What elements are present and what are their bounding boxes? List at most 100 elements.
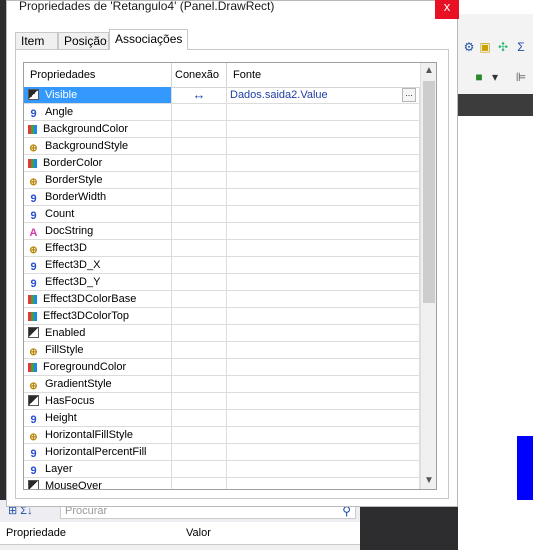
color-picker-icon[interactable]: ■ (472, 70, 486, 84)
source-cell[interactable] (227, 359, 420, 375)
table-row[interactable]: A DocString (24, 223, 420, 240)
canvas-rectangle[interactable] (517, 436, 533, 500)
table-row[interactable]: ForegroundColor (24, 359, 420, 376)
toolbar-icon[interactable]: ⚙ (462, 40, 476, 54)
source-cell[interactable] (227, 444, 420, 460)
property-cell[interactable]: BorderColor (24, 155, 172, 171)
property-cell[interactable]: 9 HorizontalPercentFill (24, 444, 172, 460)
table-row[interactable]: Visible ↔ Dados.saida2.Value... (24, 87, 420, 104)
source-cell[interactable] (227, 257, 420, 273)
table-row[interactable]: ⊕ Effect3D (24, 240, 420, 257)
sum-icon[interactable]: Σ (514, 40, 528, 54)
connection-cell[interactable] (172, 393, 227, 409)
property-cell[interactable]: 9 Angle (24, 104, 172, 120)
folder-icon[interactable]: ▣ (478, 40, 492, 54)
property-cell[interactable]: 9 Effect3D_Y (24, 274, 172, 290)
property-cell[interactable]: ⊕ GradientStyle (24, 376, 172, 392)
property-cell[interactable]: 9 BorderWidth (24, 189, 172, 205)
source-cell[interactable] (227, 308, 420, 324)
property-cell[interactable]: Enabled (24, 325, 172, 341)
source-cell[interactable] (227, 104, 420, 120)
column-header-conexao[interactable]: Conexão (172, 63, 227, 87)
table-row[interactable]: ⊕ FillStyle (24, 342, 420, 359)
connection-cell[interactable] (172, 274, 227, 290)
source-cell[interactable] (227, 206, 420, 222)
property-cell[interactable]: HasFocus (24, 393, 172, 409)
table-row[interactable]: 9 Effect3D_Y (24, 274, 420, 291)
table-row[interactable]: Enabled (24, 325, 420, 342)
property-cell[interactable]: ⊕ FillStyle (24, 342, 172, 358)
property-cell[interactable]: 9 Layer (24, 461, 172, 477)
property-cell[interactable]: Effect3DColorBase (24, 291, 172, 307)
connection-cell[interactable] (172, 104, 227, 120)
property-cell[interactable]: 9 Height (24, 410, 172, 426)
dialog-titlebar[interactable]: Propriedades de 'Retangulo4' (Panel.Draw… (7, 0, 459, 23)
table-row[interactable]: ⊕ HorizontalFillStyle (24, 427, 420, 444)
tab-associacoes[interactable]: Associações (109, 29, 188, 50)
connection-cell[interactable] (172, 410, 227, 426)
column-header-fonte[interactable]: Fonte (227, 63, 420, 87)
chevron-down-icon[interactable]: ▾ (488, 70, 502, 84)
property-cell[interactable]: A DocString (24, 223, 172, 239)
table-row[interactable]: 9 HorizontalPercentFill (24, 444, 420, 461)
connection-cell[interactable] (172, 325, 227, 341)
vertical-scrollbar[interactable]: ▲ ▼ (420, 63, 436, 489)
source-cell[interactable] (227, 478, 420, 489)
table-row[interactable]: 9 Count (24, 206, 420, 223)
connection-cell[interactable] (172, 478, 227, 489)
source-cell[interactable] (227, 410, 420, 426)
source-cell[interactable] (227, 172, 420, 188)
connection-cell[interactable] (172, 342, 227, 358)
scroll-down-icon[interactable]: ▼ (421, 473, 436, 489)
property-cell[interactable]: ⊕ Effect3D (24, 240, 172, 256)
source-cell[interactable] (227, 138, 420, 154)
table-row[interactable]: MouseOver (24, 478, 420, 489)
table-row[interactable]: ⊕ BackgroundStyle (24, 138, 420, 155)
table-row[interactable]: ⊕ GradientStyle (24, 376, 420, 393)
connection-cell[interactable] (172, 427, 227, 443)
table-row[interactable]: BackgroundColor (24, 121, 420, 138)
connection-cell[interactable] (172, 359, 227, 375)
table-row[interactable]: BorderColor (24, 155, 420, 172)
source-cell[interactable] (227, 189, 420, 205)
source-cell[interactable] (227, 240, 420, 256)
source-cell[interactable] (227, 461, 420, 477)
table-row[interactable]: Effect3DColorBase (24, 291, 420, 308)
source-cell[interactable] (227, 325, 420, 341)
property-cell[interactable]: 9 Effect3D_X (24, 257, 172, 273)
tab-posicao[interactable]: Posição (58, 32, 109, 49)
connection-cell[interactable] (172, 189, 227, 205)
tab-item[interactable]: Item (15, 32, 58, 49)
property-cell[interactable]: ⊕ BackgroundStyle (24, 138, 172, 154)
source-cell[interactable] (227, 376, 420, 392)
table-row[interactable]: 9 Height (24, 410, 420, 427)
table-row[interactable]: 9 Effect3D_X (24, 257, 420, 274)
property-cell[interactable]: ⊕ HorizontalFillStyle (24, 427, 172, 443)
scrollbar-thumb[interactable] (423, 81, 435, 303)
connection-cell[interactable] (172, 172, 227, 188)
connection-cell[interactable] (172, 444, 227, 460)
connection-cell[interactable] (172, 308, 227, 324)
table-row[interactable]: 9 Angle (24, 104, 420, 121)
property-cell[interactable]: MouseOver (24, 478, 172, 489)
table-row[interactable]: HasFocus (24, 393, 420, 410)
table-row[interactable]: 9 BorderWidth (24, 189, 420, 206)
connection-cell[interactable] (172, 257, 227, 273)
align-icon[interactable]: ⊫ (514, 70, 528, 84)
source-cell[interactable] (227, 155, 420, 171)
property-cell[interactable]: 9 Count (24, 206, 172, 222)
close-button[interactable]: x (435, 0, 459, 19)
source-cell[interactable]: Dados.saida2.Value... (227, 87, 420, 103)
puzzle-icon[interactable]: ✣ (496, 40, 510, 54)
connection-cell[interactable] (172, 376, 227, 392)
source-cell[interactable] (227, 393, 420, 409)
connection-cell[interactable] (172, 155, 227, 171)
source-cell[interactable] (227, 274, 420, 290)
scroll-up-icon[interactable]: ▲ (421, 63, 436, 79)
connection-cell[interactable] (172, 223, 227, 239)
source-cell[interactable] (227, 427, 420, 443)
property-cell[interactable]: Effect3DColorTop (24, 308, 172, 324)
connection-cell[interactable] (172, 240, 227, 256)
source-cell[interactable] (227, 342, 420, 358)
connection-cell[interactable] (172, 206, 227, 222)
